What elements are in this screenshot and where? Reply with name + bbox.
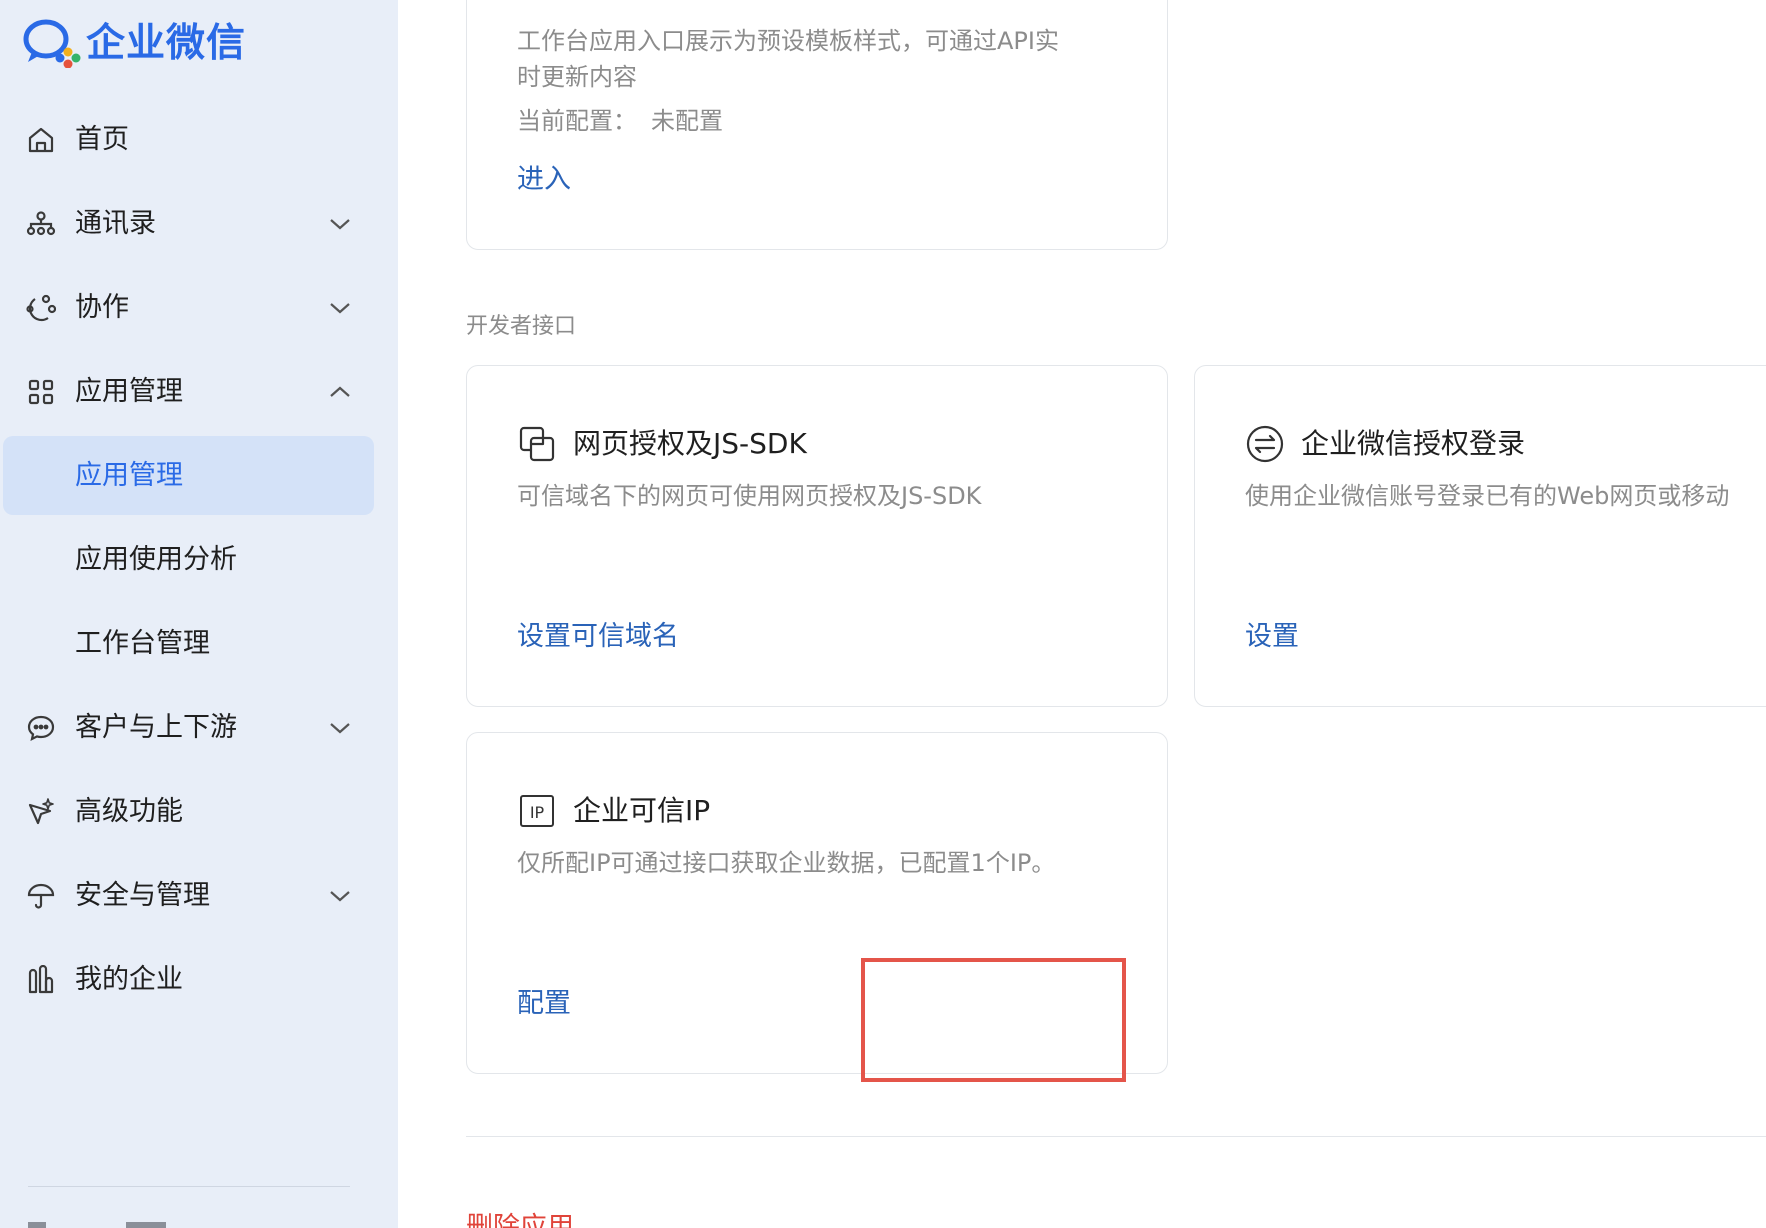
chevron-down-icon[interactable] (327, 295, 353, 321)
sidebar-item-label: 应用管理 (75, 376, 183, 407)
sidebar-item-advanced[interactable]: 高级功能 (0, 770, 398, 854)
wecom-logo-icon (22, 16, 84, 72)
sidebar-item-label: 应用使用分析 (75, 544, 237, 575)
sidebar-subitem-workbench-management[interactable]: 工作台管理 (0, 602, 398, 686)
web-auth-icon (517, 424, 557, 464)
card-description-line1: 工作台应用入口展示为预设模板样式，可通过API实 (517, 27, 1059, 55)
sidebar-divider (28, 1186, 350, 1187)
sidebar-nav: 首页 通讯录 协作 应用管理 应用管理 应用使用分析 工作台管理 客户与上下游 … (0, 98, 398, 1022)
card-title: IP 企业可信IP (517, 791, 710, 831)
sidebar-item-label: 客户与上下游 (75, 712, 237, 743)
card-description: 工作台应用入口展示为预设模板样式，可通过API实 时更新内容 (517, 23, 1137, 95)
chevron-down-icon[interactable] (327, 211, 353, 237)
sidebar-item-label: 通讯录 (75, 208, 156, 239)
card-description: 可信域名下的网页可使用网页授权及JS-SDK (517, 482, 982, 510)
sidebar-item-my-company[interactable]: 我的企业 (0, 938, 398, 1022)
wecom-auth-login-card: 企业微信授权登录 使用企业微信账号登录已有的Web网页或移动 设置 (1194, 365, 1766, 707)
sidebar-item-label: 安全与管理 (75, 880, 210, 911)
highlight-box (861, 958, 1126, 1082)
sidebar-item-label: 首页 (75, 124, 129, 155)
card-title-text: 网页授权及JS-SDK (573, 427, 807, 460)
delete-app-link[interactable]: 删除应用 (466, 1210, 574, 1228)
enter-link[interactable]: 进入 (517, 161, 571, 199)
card-title: 网页授权及JS-SDK (517, 424, 807, 464)
sidebar-item-collaboration[interactable]: 协作 (0, 266, 398, 350)
home-icon (26, 125, 56, 155)
chat-bubble-icon (26, 713, 56, 743)
sidebar-item-security[interactable]: 安全与管理 (0, 854, 398, 938)
main-content: 工作台应用入口展示为预设模板样式，可通过API实 时更新内容 当前配置： 未配置 … (398, 0, 1766, 1228)
sidebar-bottom-label (126, 1222, 166, 1228)
sidebar-subitem-app-usage-analysis[interactable]: 应用使用分析 (0, 518, 398, 602)
section-divider (466, 1136, 1766, 1137)
sidebar-item-contacts[interactable]: 通讯录 (0, 182, 398, 266)
switch-arrows-icon (1245, 424, 1285, 464)
sidebar-item-label: 我的企业 (75, 964, 183, 995)
sidebar-item-label: 高级功能 (75, 796, 183, 827)
card-description-line2: 时更新内容 (517, 63, 637, 91)
ip-icon: IP (517, 791, 557, 831)
card-description: 仅所配IP可通过接口获取企业数据，已配置1个IP。 (517, 849, 1056, 877)
brand-logo[interactable]: 企业微信 (22, 18, 246, 70)
card-title-text: 企业微信授权登录 (1301, 427, 1526, 460)
sidebar-item-app-management[interactable]: 应用管理 (0, 350, 398, 434)
web-auth-jssdk-card: 网页授权及JS-SDK 可信域名下的网页可使用网页授权及JS-SDK 设置可信域… (466, 365, 1168, 707)
brand-name: 企业微信 (86, 21, 247, 66)
current-config: 当前配置： 未配置 (517, 103, 723, 139)
configure-link[interactable]: 配置 (517, 985, 571, 1023)
sparkle-pen-icon (26, 797, 56, 827)
sidebar: 企业微信 首页 通讯录 协作 应用管理 应用管理 应用使用分析 工作台管理 客户… (0, 0, 398, 1228)
umbrella-icon (26, 881, 56, 911)
buildings-icon (26, 965, 56, 995)
sidebar-item-customers[interactable]: 客户与上下游 (0, 686, 398, 770)
collaboration-icon (26, 293, 56, 323)
card-title-text: 企业可信IP (573, 794, 711, 827)
card-description: 使用企业微信账号登录已有的Web网页或移动 (1245, 482, 1730, 510)
card-title: 企业微信授权登录 (1245, 424, 1525, 464)
sidebar-subitem-app-management[interactable]: 应用管理 (0, 434, 398, 518)
apps-grid-icon (26, 377, 56, 407)
chevron-down-icon[interactable] (327, 883, 353, 909)
sidebar-item-home[interactable]: 首页 (0, 98, 398, 182)
sidebar-bottom-icon (28, 1222, 46, 1228)
current-config-label: 当前配置： (517, 107, 637, 135)
chevron-up-icon[interactable] (327, 379, 353, 405)
sidebar-item-label: 工作台管理 (75, 628, 210, 659)
chevron-down-icon[interactable] (327, 715, 353, 741)
section-title: 开发者接口 (466, 314, 577, 339)
set-link[interactable]: 设置 (1245, 618, 1299, 656)
set-trusted-domain-link[interactable]: 设置可信域名 (517, 618, 679, 656)
workbench-display-card: 工作台应用入口展示为预设模板样式，可通过API实 时更新内容 当前配置： 未配置 … (466, 0, 1168, 250)
ip-icon-text: IP (530, 803, 545, 822)
current-config-value: 未配置 (651, 107, 723, 135)
org-chart-icon (26, 209, 56, 239)
sidebar-item-label: 应用管理 (75, 460, 183, 491)
sidebar-item-label: 协作 (75, 292, 129, 323)
